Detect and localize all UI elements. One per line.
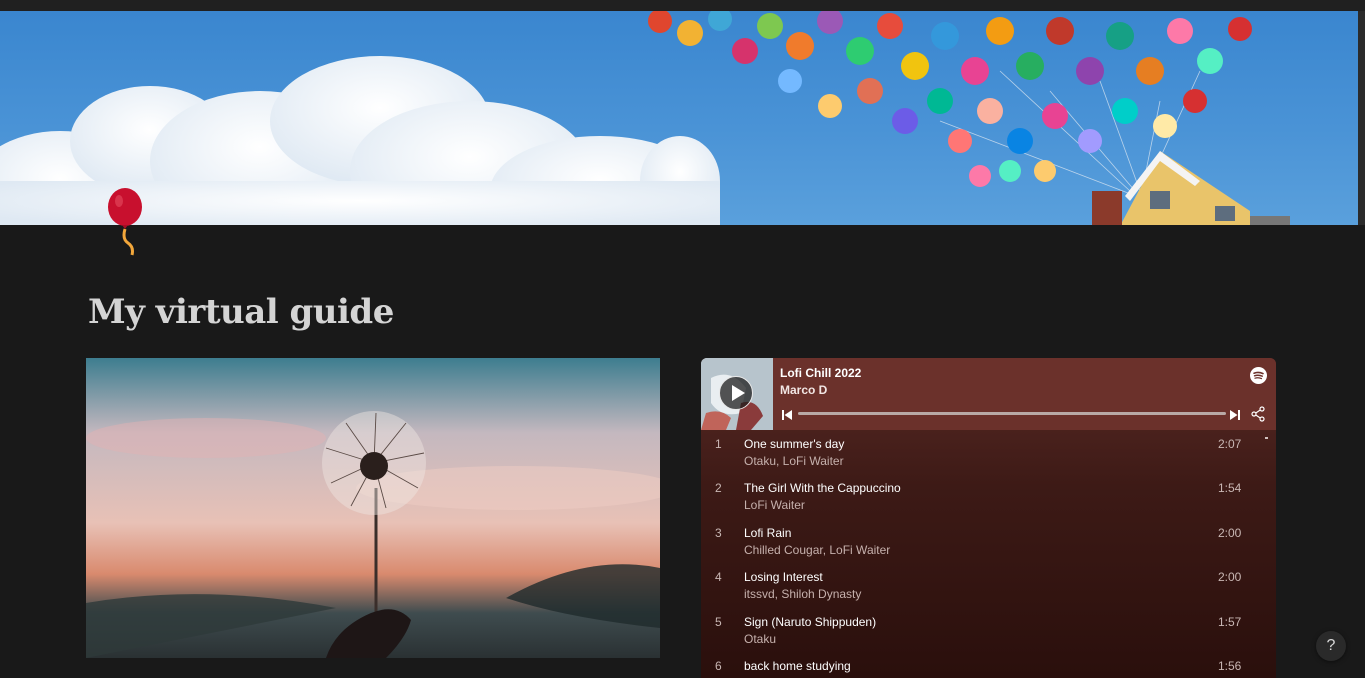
track-list-scrollbar[interactable]	[1265, 437, 1268, 439]
track-artists[interactable]: Chilled Cougar, LoFi Waiter	[744, 543, 890, 557]
track-artists[interactable]: LoFi Waiter	[744, 498, 805, 512]
track-duration: 1:54	[1218, 481, 1242, 495]
track-name[interactable]: The Girl With the Cappuccino	[744, 481, 901, 495]
cover-image[interactable]	[0, 11, 1365, 225]
play-button[interactable]	[719, 376, 753, 410]
share-icon[interactable]	[1250, 406, 1266, 422]
dandelion-photo[interactable]	[86, 358, 660, 658]
track-row[interactable]: 4 Losing Interest itssvd, Shiloh Dynasty…	[701, 563, 1261, 607]
track-artists[interactable]: Otaku	[744, 632, 776, 646]
track-artists[interactable]: itssvd, Shiloh Dynasty	[744, 587, 861, 601]
track-name[interactable]: Sign (Naruto Shippuden)	[744, 615, 876, 629]
track-row[interactable]: 3 Lofi Rain Chilled Cougar, LoFi Waiter …	[701, 519, 1261, 563]
player-header: Lofi Chill 2022 Marco D	[701, 358, 1276, 430]
track-row[interactable]: 5 Sign (Naruto Shippuden) Otaku 1:57	[701, 608, 1261, 652]
balloon-icon[interactable]	[104, 187, 148, 259]
track-number: 5	[715, 615, 722, 629]
spotify-icon[interactable]	[1250, 367, 1267, 384]
scrollbar[interactable]	[1358, 11, 1365, 225]
track-duration: 2:07	[1218, 437, 1242, 451]
track-artists[interactable]: Otaku, LoFi Waiter	[744, 454, 844, 468]
playlist-title[interactable]: Lofi Chill 2022	[780, 366, 861, 380]
previous-track-icon[interactable]	[781, 408, 793, 420]
next-track-icon[interactable]	[1229, 408, 1241, 420]
track-row[interactable]: 6 back home studying 1:56	[701, 652, 1261, 678]
top-bar	[0, 0, 1365, 11]
track-duration: 2:00	[1218, 570, 1242, 584]
track-name[interactable]: One summer's day	[744, 437, 844, 451]
track-duration: 2:00	[1218, 526, 1242, 540]
track-duration: 1:57	[1218, 615, 1242, 629]
track-name[interactable]: back home studying	[744, 659, 851, 673]
track-number: 2	[715, 481, 722, 495]
track-number: 6	[715, 659, 722, 673]
cover-illustration	[0, 11, 1290, 225]
track-name[interactable]: Lofi Rain	[744, 526, 791, 540]
progress-bar[interactable]	[798, 412, 1226, 415]
track-row[interactable]: 2 The Girl With the Cappuccino LoFi Wait…	[701, 474, 1261, 518]
track-number: 1	[715, 437, 722, 451]
track-duration: 1:56	[1218, 659, 1242, 673]
track-name[interactable]: Losing Interest	[744, 570, 823, 584]
help-button[interactable]: ?	[1316, 631, 1346, 661]
page-title: My virtual guide	[88, 292, 394, 332]
playlist-author[interactable]: Marco D	[780, 383, 827, 397]
track-number: 4	[715, 570, 722, 584]
track-number: 3	[715, 526, 722, 540]
spotify-embed[interactable]: Lofi Chill 2022 Marco D 1 One summer's d…	[701, 358, 1276, 678]
track-row[interactable]: 1 One summer's day Otaku, LoFi Waiter 2:…	[701, 430, 1261, 474]
